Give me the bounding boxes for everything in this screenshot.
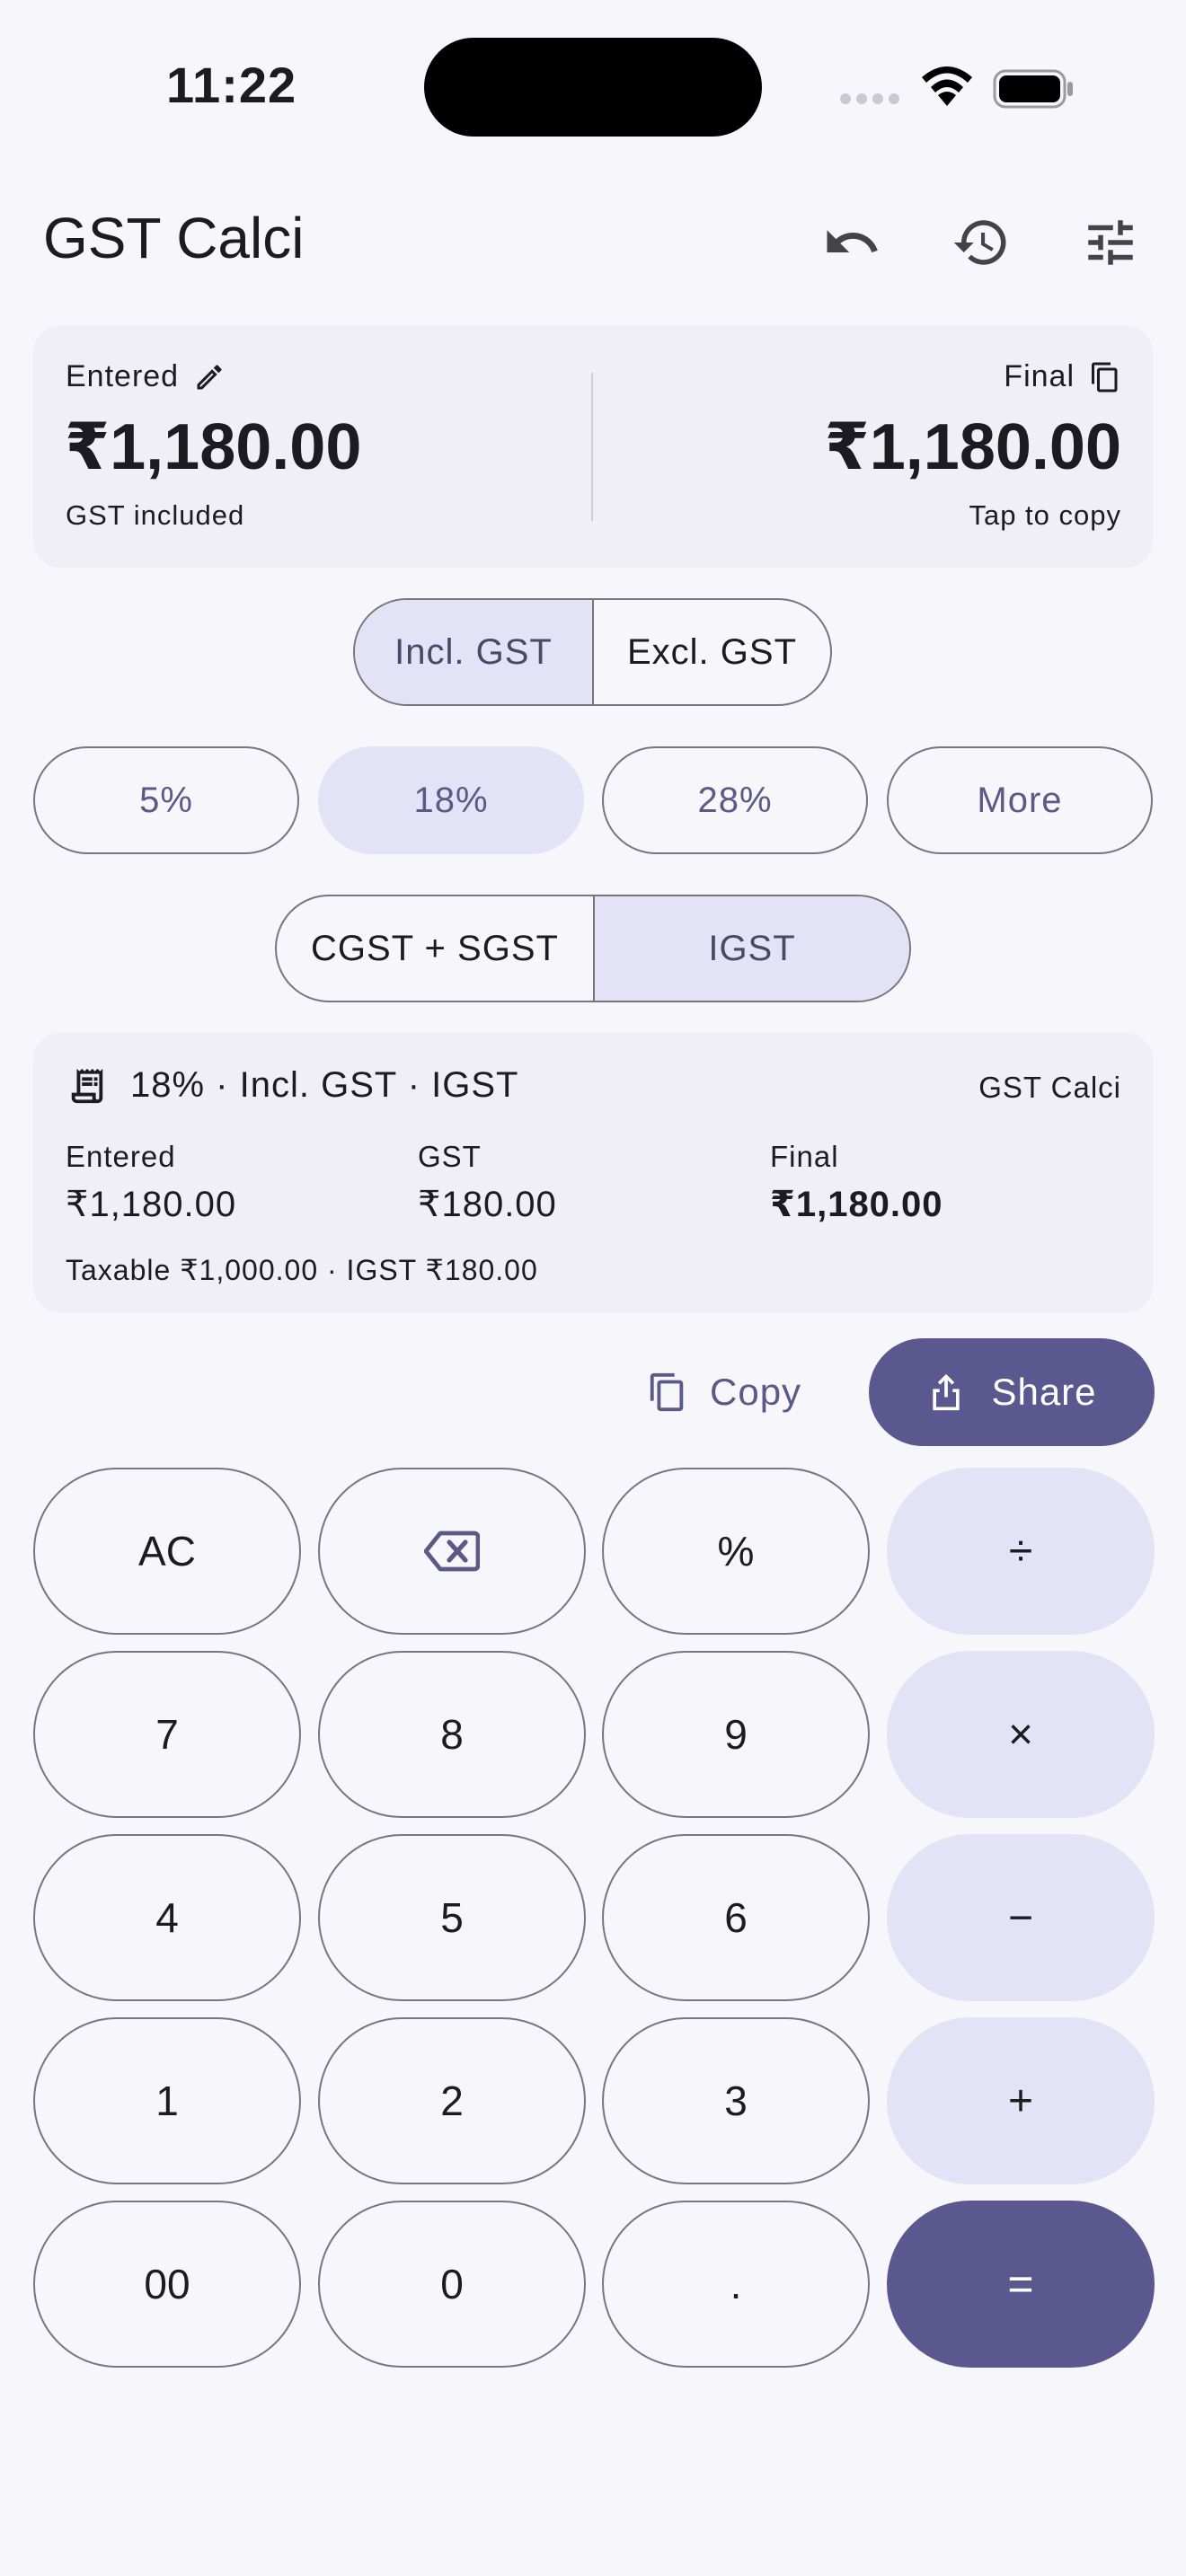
tax-type-toggle: CGST + SGST IGST [275,895,911,1002]
rate-chip-28[interactable]: 28% [602,746,868,854]
cgst-sgst-segment[interactable]: CGST + SGST [277,896,593,1001]
details-final-label: Final [770,1140,839,1173]
share-icon [933,1373,960,1411]
cellular-signal-icon [840,93,899,104]
app-title: GST Calci [43,206,305,270]
share-button[interactable]: Share [869,1338,1155,1446]
entered-header[interactable]: Entered [66,359,226,394]
backspace-icon [424,1531,480,1572]
rate-chip-more[interactable]: More [887,746,1153,854]
key-2[interactable]: 2 [318,2017,586,2184]
key-add[interactable]: + [887,2017,1155,2184]
final-note: Tap to copy [969,499,1121,531]
details-breakdown: Taxable ₹1,000.00 · IGST ₹180.00 [66,1254,538,1286]
status-time: 11:22 [166,57,297,113]
key-backspace[interactable] [318,1468,586,1635]
key-0[interactable]: 0 [318,2201,586,2368]
copy-label: Copy [710,1371,802,1413]
key-divide[interactable]: ÷ [887,1468,1155,1635]
key-4[interactable]: 4 [33,1834,301,2001]
tune-icon [1088,220,1133,265]
details-final-value: ₹1,180.00 [770,1185,943,1224]
rate-chip-5[interactable]: 5% [33,746,299,854]
details-entered-label: Entered [66,1140,176,1173]
incl-gst-segment[interactable]: Incl. GST [355,600,592,704]
entered-note: GST included [66,499,245,531]
copy-icon [650,1372,684,1412]
key-decimal[interactable]: . [602,2201,870,2368]
undo-button[interactable] [809,199,895,286]
rate-chip-18[interactable]: 18% [318,746,584,854]
entered-label: Entered [66,359,180,393]
details-gst-label: GST [418,1140,482,1173]
summary-divider [591,373,593,521]
undo-icon [827,230,878,252]
key-3[interactable]: 3 [602,2017,870,2184]
key-equals[interactable]: = [887,2201,1155,2368]
key-9[interactable]: 9 [602,1651,870,1818]
key-subtract[interactable]: − [887,1834,1155,2001]
key-5[interactable]: 5 [318,1834,586,2001]
final-label: Final [1004,359,1075,393]
key-double-zero[interactable]: 00 [33,2201,301,2368]
details-brand: GST Calci [978,1071,1121,1104]
details-gst-value: ₹180.00 [418,1185,557,1224]
key-percent[interactable]: % [602,1468,870,1635]
copy-icon [1092,362,1118,392]
receipt-icon [71,1068,103,1104]
share-label: Share [991,1371,1097,1413]
final-amount[interactable]: ₹1,180.00 [825,409,1121,484]
details-entered-value: ₹1,180.00 [66,1185,237,1224]
wifi-icon [922,66,972,106]
history-icon [953,220,1006,265]
gst-mode-toggle: Incl. GST Excl. GST [353,598,832,706]
key-multiply[interactable]: × [887,1651,1155,1818]
copy-button[interactable]: Copy [647,1340,836,1444]
final-header[interactable]: Final [1004,359,1121,394]
excl-gst-segment[interactable]: Excl. GST [592,600,830,704]
dynamic-island [424,38,762,137]
key-7[interactable]: 7 [33,1651,301,1818]
entered-amount[interactable]: ₹1,180.00 [65,409,361,484]
igst-segment[interactable]: IGST [593,896,909,1001]
details-heading: 18% · Incl. GST · IGST [130,1065,519,1105]
key-ac[interactable]: AC [33,1468,301,1635]
key-8[interactable]: 8 [318,1651,586,1818]
battery-icon [993,69,1073,109]
key-1[interactable]: 1 [33,2017,301,2184]
history-button[interactable] [938,199,1024,286]
settings-button[interactable] [1067,199,1154,286]
key-6[interactable]: 6 [602,1834,870,2001]
pencil-icon [197,364,222,389]
